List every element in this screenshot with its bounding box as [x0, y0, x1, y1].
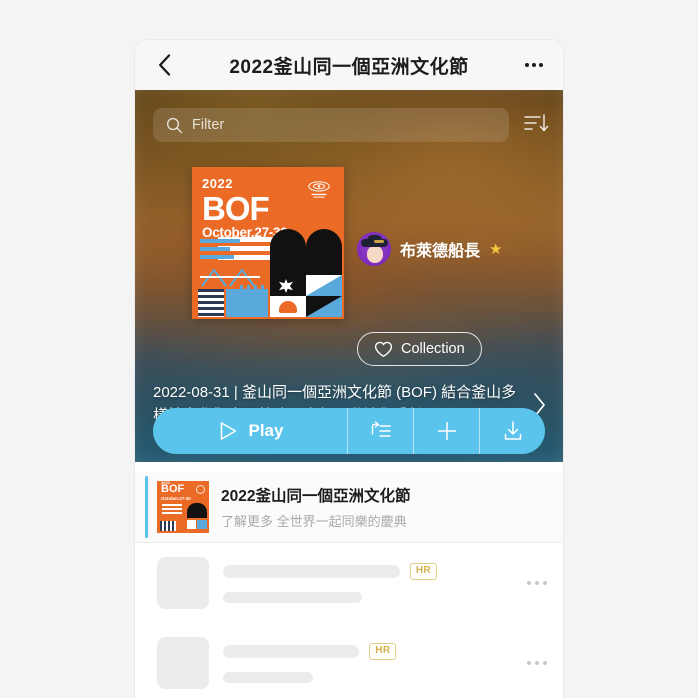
skeleton-line-2 — [223, 671, 313, 683]
bof-poster-thumbnail: 2022 BOF October.27-30 — [157, 481, 209, 533]
back-button[interactable] — [151, 52, 177, 78]
more-options-button[interactable] — [521, 52, 547, 78]
uploader-name: 布萊德船長 — [400, 243, 481, 260]
event-poster[interactable]: 2022 BOF October.27-30 — [192, 167, 344, 319]
search-placeholder: Filter — [192, 117, 225, 133]
search-icon — [166, 117, 183, 133]
poster-graphic-arch-black-1 — [270, 229, 306, 275]
poster-text-block: 2022 BOF October.27-30 — [202, 176, 288, 240]
poster-logo-icon — [308, 181, 330, 198]
phone-screen: 2022釜山同一個亞洲文化節 Filter 2022 BOF October.2… — [135, 40, 563, 698]
play-label: Play — [248, 421, 284, 440]
poster-graphic-arch-black-2 — [306, 229, 342, 275]
chevron-left-icon — [158, 54, 170, 76]
content-list: 2022 BOF October.27-30 2022釜山同一個亞洲文化節 了解… — [135, 462, 563, 698]
heart-icon — [374, 341, 393, 357]
thumbnail-white-square — [187, 520, 196, 529]
star-icon: ★ — [489, 241, 503, 258]
skeleton-line-row: HR — [223, 643, 513, 660]
add-to-queue-button[interactable] — [347, 408, 413, 454]
hero-section: Filter 2022 BOF October.27-30 布萊德船長 ★ Co… — [135, 90, 563, 462]
skeleton-text: HR — [223, 643, 513, 683]
avatar-hat-band — [374, 240, 384, 243]
skeleton-row[interactable]: HR — [135, 543, 563, 623]
poster-graphic-blue-bars — [200, 239, 268, 263]
navigation-bar: 2022釜山同一個亞洲文化節 — [135, 40, 563, 90]
more-dot — [535, 661, 539, 665]
thumbnail-logo-icon — [196, 485, 205, 494]
poster-graphic-flower — [270, 275, 306, 296]
add-to-queue-icon — [371, 421, 391, 437]
action-bar: Play — [153, 408, 545, 454]
row-more-options-button[interactable] — [527, 661, 547, 665]
poster-graphic-dome — [270, 296, 306, 317]
sort-button[interactable] — [523, 111, 549, 140]
collection-button[interactable]: Collection — [357, 332, 482, 366]
collection-label: Collection — [401, 341, 465, 357]
list-item-text: 2022釜山同一個亞洲文化節 了解更多 全世界一起同樂的慶典 — [221, 484, 547, 530]
status-badge: HR — [369, 643, 397, 660]
more-dot — [525, 63, 529, 67]
status-badge: HR — [409, 563, 437, 580]
add-button[interactable] — [413, 408, 479, 454]
list-item-title: 2022釜山同一個亞洲文化節 — [221, 488, 411, 505]
row-more-options-button[interactable] — [527, 581, 547, 585]
poster-graphic-triangle-2 — [306, 296, 342, 317]
search-input[interactable]: Filter — [153, 108, 509, 142]
page-title: 2022釜山同一個亞洲文化節 — [229, 56, 469, 78]
more-dot — [539, 63, 543, 67]
play-icon — [220, 422, 236, 440]
plus-icon — [437, 421, 456, 441]
sort-descending-icon — [524, 113, 549, 131]
thumbnail-bars — [162, 504, 182, 516]
more-dot — [527, 581, 531, 585]
skeleton-line-row: HR — [223, 563, 513, 580]
poster-graphic-arch — [200, 268, 260, 287]
filter-row: Filter — [153, 108, 549, 142]
thumbnail-arch — [187, 503, 207, 518]
skeleton-line-2 — [223, 591, 363, 603]
poster-graphic-triangle-1 — [306, 275, 342, 296]
uploader-info[interactable]: 布萊德船長 ★ — [357, 232, 502, 266]
download-icon — [504, 421, 521, 440]
skeleton-line-1 — [223, 565, 400, 578]
skeleton-thumbnail — [157, 637, 209, 689]
more-dot — [535, 581, 539, 585]
poster-graphic-stripes — [198, 289, 224, 317]
thumbnail-title: BOF — [161, 483, 185, 495]
list-item-active[interactable]: 2022 BOF October.27-30 2022釜山同一個亞洲文化節 了解… — [135, 472, 563, 543]
poster-graphic-comb — [240, 285, 264, 315]
skeleton-row[interactable]: HR — [135, 623, 563, 698]
more-dot — [532, 63, 536, 67]
play-button[interactable]: Play — [153, 408, 347, 454]
more-dot — [543, 661, 547, 665]
avatar — [357, 232, 391, 266]
thumbnail-dates: October.27-30 — [161, 496, 191, 501]
app-root: 2022釜山同一個亞洲文化節 Filter 2022 BOF October.2… — [0, 0, 698, 698]
more-dot — [543, 581, 547, 585]
hero-content: Filter 2022 BOF October.27-30 布萊德船長 ★ Co… — [135, 90, 563, 462]
skeleton-text: HR — [223, 563, 513, 603]
skeleton-line-1 — [223, 645, 360, 658]
list-item-subtitle: 了解更多 全世界一起同樂的慶典 — [221, 514, 407, 529]
thumbnail-stripes — [160, 521, 176, 531]
download-button[interactable] — [479, 408, 545, 454]
avatar-face — [367, 246, 383, 263]
skeleton-thumbnail — [157, 557, 209, 609]
more-dot — [527, 661, 531, 665]
poster-year: 2022 — [202, 176, 233, 191]
thumbnail-blue-square — [197, 520, 207, 529]
poster-title: BOF — [202, 190, 270, 227]
